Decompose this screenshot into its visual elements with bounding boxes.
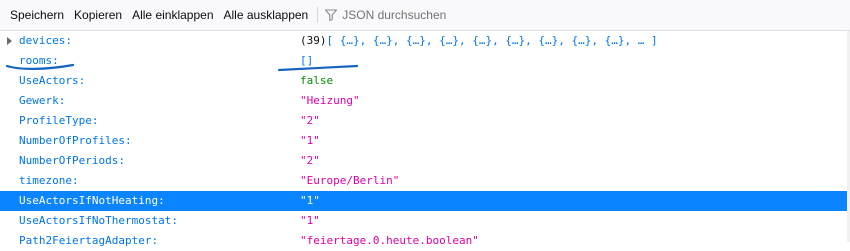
json-filter-input[interactable] bbox=[342, 8, 643, 22]
expand-twisty-icon[interactable] bbox=[7, 37, 12, 45]
json-row-profiletype[interactable]: ProfileType: "2" bbox=[0, 111, 850, 131]
json-key: UseActorsIfNoThermostat: bbox=[19, 214, 178, 227]
json-row-gewerk[interactable]: Gewerk: "Heizung" bbox=[0, 91, 850, 111]
json-row-rooms[interactable]: rooms: [] bbox=[0, 51, 850, 71]
json-key: Path2FeiertagAdapter: bbox=[19, 234, 159, 247]
json-key: NumberOfPeriods: bbox=[19, 154, 125, 167]
save-button[interactable]: Speichern bbox=[5, 4, 69, 26]
json-value: "1" bbox=[300, 194, 320, 207]
json-key: UseActors: bbox=[19, 74, 86, 87]
json-row-timezone[interactable]: timezone: "Europe/Berlin" bbox=[0, 171, 850, 191]
json-value: "feiertage.0.heute.boolean" bbox=[300, 234, 479, 247]
json-value: "2" bbox=[300, 114, 320, 127]
json-row-devices[interactable]: devices: (39)[ {…}, {…}, {…}, {…}, {…}, … bbox=[0, 31, 850, 51]
json-row-numberofperiods[interactable]: NumberOfPeriods: "2" bbox=[0, 151, 850, 171]
json-tree: devices: (39)[ {…}, {…}, {…}, {…}, {…}, … bbox=[0, 31, 850, 251]
expand-all-button[interactable]: Alle ausklappen bbox=[219, 4, 314, 26]
json-viewer-toolbar: Speichern Kopieren Alle einklappen Alle … bbox=[0, 0, 850, 31]
json-row-numberofprofiles[interactable]: NumberOfProfiles: "1" bbox=[0, 131, 850, 151]
copy-button[interactable]: Kopieren bbox=[69, 4, 127, 26]
filter-box[interactable] bbox=[324, 4, 643, 26]
funnel-icon bbox=[325, 9, 338, 22]
json-key: timezone: bbox=[19, 174, 79, 187]
json-value: false bbox=[300, 74, 334, 87]
json-value: "1" bbox=[300, 214, 320, 227]
json-key: ProfileType: bbox=[19, 114, 99, 127]
json-row-useactors[interactable]: UseActors: false bbox=[0, 71, 850, 91]
json-value: "Europe/Berlin" bbox=[300, 174, 400, 187]
json-row-useactorsifnotheating[interactable]: UseActorsIfNotHeating: "1" bbox=[0, 191, 850, 211]
json-key: UseActorsIfNotHeating: bbox=[19, 194, 165, 207]
json-value: "2" bbox=[300, 154, 320, 167]
json-value: "1" bbox=[300, 134, 320, 147]
json-key: Gewerk: bbox=[19, 94, 66, 107]
toolbar-divider bbox=[317, 7, 319, 23]
json-row-path2feiertagadapter[interactable]: Path2FeiertagAdapter: "feiertage.0.heute… bbox=[0, 231, 850, 251]
array-count: (39) bbox=[300, 34, 327, 47]
json-key: NumberOfProfiles: bbox=[19, 134, 132, 147]
json-value: "Heizung" bbox=[300, 94, 360, 107]
json-row-useactorsifnothermostat[interactable]: UseActorsIfNoThermostat: "1" bbox=[0, 211, 850, 231]
collapse-all-button[interactable]: Alle einklappen bbox=[127, 4, 218, 26]
json-key: rooms: bbox=[19, 54, 59, 67]
array-preview: [ {…}, {…}, {…}, {…}, {…}, {…}, {…}, {…}… bbox=[326, 34, 658, 47]
json-key: devices: bbox=[19, 34, 72, 47]
json-value: [] bbox=[300, 54, 314, 67]
json-value-array-preview: (39)[ {…}, {…}, {…}, {…}, {…}, {…}, {…},… bbox=[300, 31, 658, 51]
